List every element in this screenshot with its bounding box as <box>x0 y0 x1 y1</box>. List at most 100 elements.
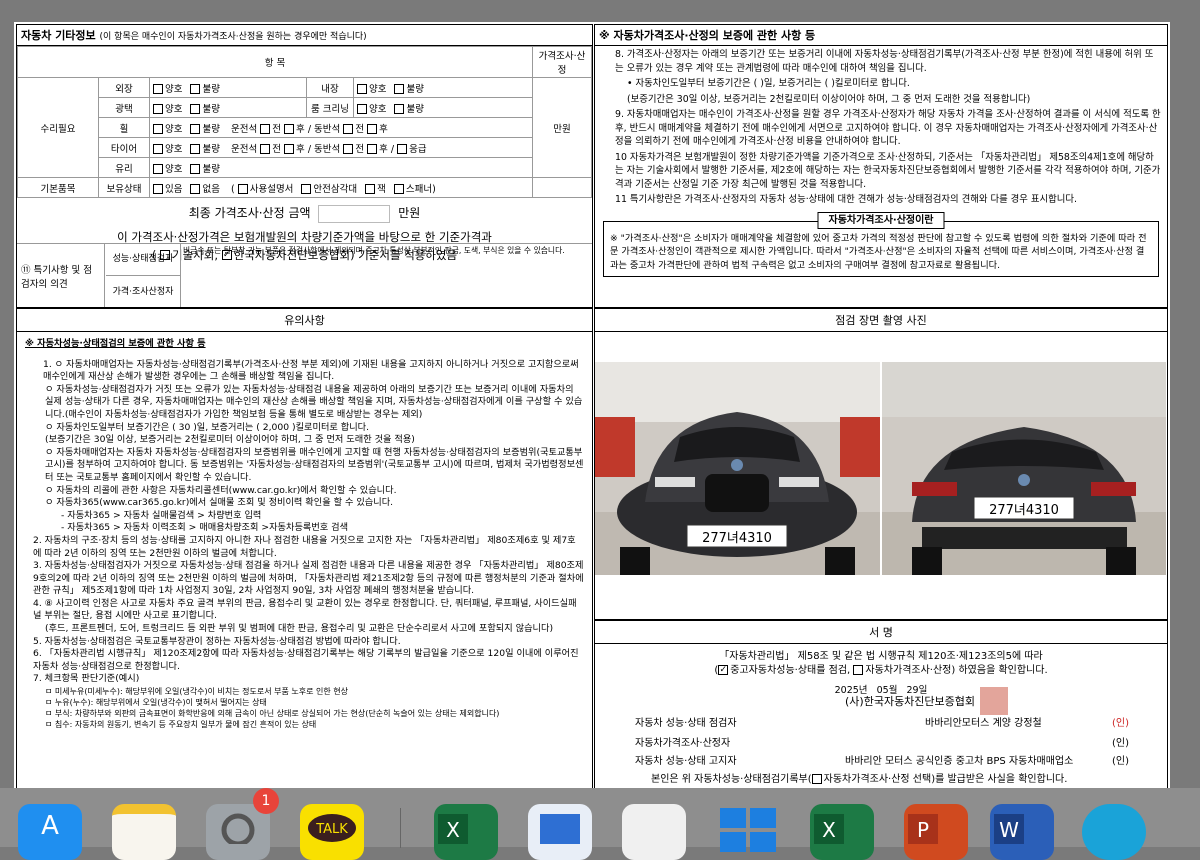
tire-pass-front-checkbox[interactable] <box>343 144 354 154</box>
item-11: 11 특기사항란은 가격조사·산정자의 자동차 성능·상태에 대한 견해가 성능… <box>615 194 1078 205</box>
special-notes: ⑪ 특기사항 및 점검자의 의견 성능·상태점검자 비금속 또는 탈부착 가능 … <box>17 243 592 307</box>
exterior-good-checkbox[interactable] <box>153 84 163 94</box>
signature-line2: (✓ 중고자동차성능·상태를 점검, 자동차가격조사·산정) 하였음을 확인합니다… <box>595 664 1167 678</box>
spanner-checkbox[interactable] <box>393 184 404 194</box>
final-price-field[interactable] <box>318 204 391 223</box>
note-1c: ㅇ 자동차인도일부터 보증기간은 ( 30 )일, 보증거리는 ( 2,000 … <box>45 421 370 433</box>
price-checkbox[interactable] <box>853 665 864 675</box>
spanner-label: 스패너 <box>405 183 433 195</box>
confirm-checkbox[interactable] <box>811 774 822 784</box>
glass-bad-checkbox[interactable] <box>190 164 201 174</box>
passenger-label: 동반석 <box>314 123 341 135</box>
vehicle-other-info-panel: 자동차 기타정보 (이 항목은 매수인이 자동차가격조사·산정을 원하는 경우에… <box>16 24 593 308</box>
item-8-sub1: • 자동차인도일부터 보증기간은 ( )일, 보증거리는 ( )킬로미터로 합니… <box>627 78 910 89</box>
basic-label: 기본품목 <box>17 177 99 198</box>
have-label: 있음 <box>165 183 183 195</box>
gloss-label: 광택 <box>98 97 150 118</box>
powerpoint-icon[interactable]: P <box>904 804 968 860</box>
wheel-driver-front-checkbox[interactable] <box>260 124 271 134</box>
wheel-pass-front-checkbox[interactable] <box>343 124 354 134</box>
signature-line1: 「자동차관리법」 제58조 및 같은 법 시행규칙 제120조·제123조의5에… <box>719 651 1043 662</box>
room-bad-checkbox[interactable] <box>394 104 405 114</box>
inspection-checkbox[interactable]: ✓ <box>718 665 729 675</box>
front-label: 전 <box>272 143 282 155</box>
exterior-bad-checkbox[interactable] <box>190 84 201 94</box>
glass-good-checkbox[interactable] <box>153 164 163 174</box>
exterior-label: 외장 <box>98 77 150 98</box>
windows-app-icon[interactable] <box>716 804 780 860</box>
tire-emergency-checkbox[interactable] <box>397 144 408 154</box>
rear-label: 후 <box>296 123 305 135</box>
word-icon[interactable]: W <box>990 804 1054 860</box>
tire-good-checkbox[interactable] <box>153 144 163 154</box>
tire-driver-rear-checkbox[interactable] <box>284 144 295 154</box>
app-store-icon[interactable]: A <box>18 804 82 860</box>
price-guarantee-panel: ※ 자동차가격조사·산정의 보증에 관한 사항 등 8. 가격조사·산정자는 아… <box>594 24 1168 308</box>
price-label: 자동차가격조사·산정) 하였음을 확인합니다. <box>865 665 1048 676</box>
rear-car-photo: 277녀4310 <box>882 362 1167 575</box>
note-7: 7. 체크항목 판단기준(예시) <box>33 673 140 685</box>
note-1b: ㅇ 자동차성능·상태점검자가 거짓 또는 오류가 있는 자동차성능·상태점검 내… <box>45 383 583 420</box>
gloss-bad-checkbox[interactable] <box>190 104 201 114</box>
notes-title: ※ 자동차성능·상태점검의 보증에 관한 사항 등 <box>25 338 206 349</box>
interior-good-checkbox[interactable] <box>357 84 367 94</box>
ppt-letter: P <box>917 818 929 842</box>
signature-header: 서 명 <box>595 621 1167 644</box>
wheel-pass-rear-checkbox[interactable] <box>367 124 378 134</box>
room-good-checkbox[interactable] <box>357 104 367 114</box>
none-checkbox[interactable] <box>190 184 201 194</box>
glass-label: 유리 <box>98 157 150 178</box>
repair-price: 만원 <box>532 77 592 178</box>
excel-icon-2[interactable]: X <box>810 804 874 860</box>
opt-good: 양호 <box>369 103 387 115</box>
remote-desktop-icon[interactable] <box>528 804 592 860</box>
tire-pass-rear-checkbox[interactable] <box>367 144 378 154</box>
note-1i: - 자동차365 > 자동차 이력조회 > 매매용차량조회 >자동차등록번호 검… <box>61 522 349 534</box>
rear-label: 후 <box>379 143 388 155</box>
notifier-label: 자동차 성능·상태 고지자 <box>635 756 737 767</box>
opt-bad: 불량 <box>202 163 220 175</box>
notes-icon[interactable] <box>112 804 176 860</box>
have-checkbox[interactable] <box>153 184 163 194</box>
opt-good: 양호 <box>165 123 183 135</box>
price-definition-text: ※ "가격조사·산정"은 소비자가 매매계약을 체결함에 있어 중고차 가격의 … <box>610 232 1147 271</box>
photos-icon[interactable] <box>622 804 686 860</box>
note-7c: ㅁ 부식: 차량하부와 외판의 금속표면이 화학반응에 의해 금속이 아닌 상태… <box>45 709 500 719</box>
opt-bad: 불량 <box>202 103 220 115</box>
perf-note: 비금속 또는 탈부착 가능 부품은 점검사항에서 제외되며 중고차 특성상 부분… <box>183 246 565 255</box>
tire-driver-front-checkbox[interactable] <box>260 144 271 154</box>
gloss-good-checkbox[interactable] <box>153 104 163 114</box>
manual-label: 사용설명서 <box>249 183 294 195</box>
wheel-driver-rear-checkbox[interactable] <box>284 124 295 134</box>
kakaotalk-icon[interactable]: TALK <box>300 804 364 860</box>
rear-label: 후 <box>379 123 388 135</box>
front-label: 전 <box>355 143 365 155</box>
edge-icon[interactable] <box>1082 804 1146 860</box>
confirm-line-a: 본인은 위 자동차성능·상태점검기록부( <box>651 774 812 785</box>
interior-bad-checkbox[interactable] <box>394 84 405 94</box>
info-title: 자동차 기타정보 <box>21 29 96 42</box>
word-letter: W <box>999 818 1019 842</box>
inspection-label: 중고자동차성능·상태를 점검, <box>730 665 851 676</box>
final-price-row: 최종 가격조사·산정 금액 만원 <box>17 204 592 223</box>
interior-label: 내장 <box>306 77 354 98</box>
triangle-checkbox[interactable] <box>301 184 312 194</box>
excel-icon[interactable]: X <box>434 804 498 860</box>
item-8-sub2: (보증기간은 30일 이상, 보증거리는 2천킬로미터 이상이어야 하며, 그 … <box>627 93 1031 105</box>
notes-header: 유의사항 <box>17 309 592 332</box>
rear-plate: 277녀4310 <box>989 503 1059 518</box>
settings-badge: 1 <box>253 788 279 814</box>
front-plate: 277녀4310 <box>702 531 772 546</box>
tire-bad-checkbox[interactable] <box>190 144 201 154</box>
vehicle-other-info-title: 자동차 기타정보 (이 항목은 매수인이 자동차가격조사·산정을 원하는 경우에… <box>17 25 592 46</box>
note-4a: 4. ⑧ 사고이력 인정은 사고로 자동차 주요 골격 부위의 판금, 용접수리… <box>33 597 577 622</box>
note-3: 3. 자동차성능·상태점검자가 거짓으로 자동차성능·상태 점검을 하거나 실제… <box>33 560 584 597</box>
jack-checkbox[interactable] <box>365 184 376 194</box>
room-clean-label: 룸 크리닝 <box>306 97 354 118</box>
notes-panel: 유의사항 ※ 자동차성능·상태점검의 보증에 관한 사항 등 1. ㅇ 자동차매… <box>16 308 593 804</box>
wheel-bad-checkbox[interactable] <box>190 124 201 134</box>
wheel-good-checkbox[interactable] <box>153 124 163 134</box>
manual-checkbox[interactable] <box>237 184 248 194</box>
opt-good: 양호 <box>165 103 183 115</box>
note-7d: ㅁ 침수: 자동차의 원동기, 변속기 등 주요장치 일부가 물에 잠긴 흔적이… <box>45 720 317 730</box>
